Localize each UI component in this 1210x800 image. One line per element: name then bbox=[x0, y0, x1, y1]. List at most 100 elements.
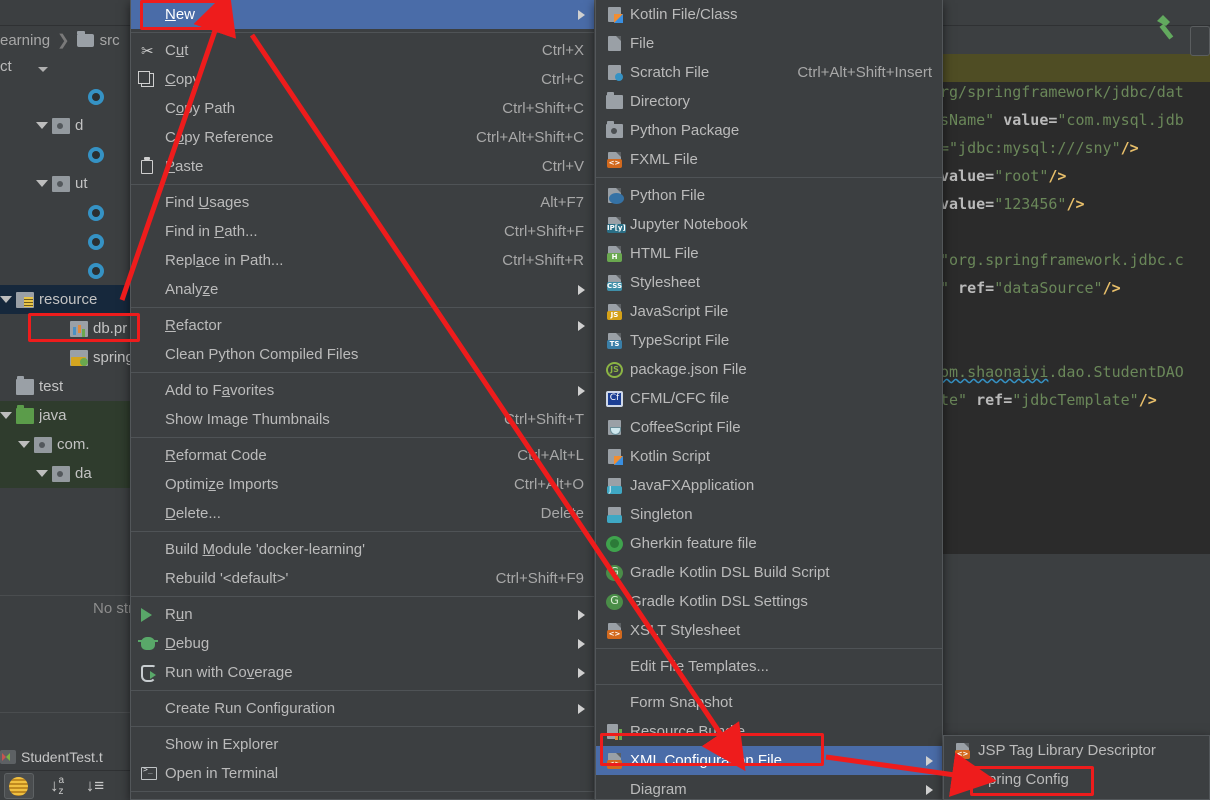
editor-side-button[interactable] bbox=[1190, 26, 1210, 56]
class-icon bbox=[88, 146, 104, 163]
new-submenu-item-directory[interactable]: Directory bbox=[596, 87, 942, 116]
menu-item-icon: <> bbox=[606, 622, 628, 639]
project-tree[interactable]: d ut resource db.pr spring test java com. da bbox=[0, 82, 135, 712]
new-submenu-item-javafxapplication[interactable]: J JavaFXApplication bbox=[596, 471, 942, 500]
context-menu-item-find-in-path[interactable]: Find in Path... Ctrl+Shift+F bbox=[131, 217, 594, 246]
new-submenu-item-kotlin-script[interactable]: Kotlin Script bbox=[596, 442, 942, 471]
context-menu-item-find-usages[interactable]: Find Usages Alt+F7 bbox=[131, 188, 594, 217]
new-submenu-item-edit-file-templates[interactable]: Edit File Templates... bbox=[596, 652, 942, 681]
directory-icon bbox=[606, 91, 623, 109]
tree-node-ut[interactable]: ut bbox=[0, 169, 135, 198]
context-menu-item-build-module-docker-learning[interactable]: Build Module 'docker-learning' bbox=[131, 535, 594, 564]
new-submenu-item-resource-bundle[interactable]: Resource Bundle bbox=[596, 717, 942, 746]
new-submenu-item-package-json-file[interactable]: package.json File bbox=[596, 355, 942, 384]
tree-node-item[interactable] bbox=[0, 227, 135, 256]
tree-node-item[interactable] bbox=[0, 82, 135, 111]
new-submenu-item-scratch-file[interactable]: Scratch File Ctrl+Alt+Shift+Insert bbox=[596, 58, 942, 87]
context-menu-item-replace-in-path[interactable]: Replace in Path... Ctrl+Shift+R bbox=[131, 246, 594, 275]
tree-node-db-pr[interactable]: db.pr bbox=[0, 314, 135, 343]
new-submenu-item-javascript-file[interactable]: JS JavaScript File bbox=[596, 297, 942, 326]
context-menu-item-copy-path[interactable]: Copy Path Ctrl+Shift+C bbox=[131, 94, 594, 123]
breadcrumb-project[interactable]: earning bbox=[0, 32, 50, 49]
tree-node-java[interactable]: java bbox=[0, 401, 135, 430]
new-submenu-item-gherkin-feature-file[interactable]: Gherkin feature file bbox=[596, 529, 942, 558]
folder-icon bbox=[16, 375, 34, 395]
new-submenu-item-form-snapshot[interactable]: Form Snapshot bbox=[596, 688, 942, 717]
tree-node-resource[interactable]: resource bbox=[0, 285, 135, 314]
new-submenu-item-file[interactable]: File bbox=[596, 29, 942, 58]
expand-arrow-icon[interactable] bbox=[0, 296, 12, 303]
new-submenu-item-jupyter-notebook[interactable]: IP[y] Jupyter Notebook bbox=[596, 210, 942, 239]
menu-item-icon: <> bbox=[606, 752, 628, 769]
context-menu-item-show-in-explorer[interactable]: Show in Explorer bbox=[131, 730, 594, 759]
tree-node-da[interactable]: da bbox=[0, 459, 135, 488]
context-menu-item-refactor[interactable]: Refactor bbox=[131, 311, 594, 340]
sort-alphabetically-icon[interactable]: ↓ a z bbox=[42, 773, 72, 799]
new-submenu-item-fxml-file[interactable]: <> FXML File bbox=[596, 145, 942, 174]
context-menu-item-open-in-terminal[interactable]: Open in Terminal bbox=[131, 759, 594, 788]
new-submenu-item-python-package[interactable]: Python Package bbox=[596, 116, 942, 145]
resource-bundle-icon bbox=[606, 723, 623, 740]
xml-configuration-submenu[interactable]: <> JSP Tag Library Descriptor Spring Confi… bbox=[943, 735, 1210, 800]
context-menu-item-optimize-imports[interactable]: Optimize Imports Ctrl+Alt+O bbox=[131, 470, 594, 499]
context-menu[interactable]: New ✂ Cut Ctrl+X Copy Ctrl+C Copy Path Ctrl+Shi… bbox=[130, 0, 595, 800]
sort-by-type-icon[interactable]: ↓≡ bbox=[80, 773, 110, 799]
tree-node-d[interactable]: d bbox=[0, 111, 135, 140]
new-submenu[interactable]: Kotlin File/Class File Scratch File Ctrl+Al… bbox=[595, 0, 943, 800]
new-submenu-item-kotlin-file-class[interactable]: Kotlin File/Class bbox=[596, 0, 942, 29]
tree-node-item[interactable] bbox=[0, 198, 135, 227]
new-submenu-item-diagram[interactable]: Diagram bbox=[596, 775, 942, 800]
context-menu-item-copy[interactable]: Copy Ctrl+C bbox=[131, 65, 594, 94]
tree-node-spring[interactable]: spring bbox=[0, 343, 135, 372]
expand-arrow-icon[interactable] bbox=[36, 470, 48, 477]
expand-arrow-icon[interactable] bbox=[36, 122, 48, 129]
new-submenu-item-coffeescript-file[interactable]: CoffeeScript File bbox=[596, 413, 942, 442]
tree-node-item[interactable] bbox=[0, 256, 135, 285]
context-menu-item-new[interactable]: New bbox=[131, 0, 594, 29]
new-submenu-item-gradle-kotlin-dsl-settings[interactable]: Gradle Kotlin DSL Settings bbox=[596, 587, 942, 616]
code-editor[interactable]: rg/springframework/jdbc/dat sName" value… bbox=[940, 54, 1210, 554]
context-menu-item-debug[interactable]: Debug bbox=[131, 629, 594, 658]
new-submenu-item-xslt-stylesheet[interactable]: <> XSLT Stylesheet bbox=[596, 616, 942, 645]
context-menu-item-run-with-coverage[interactable]: Run with Coverage bbox=[131, 658, 594, 687]
new-submenu-item-gradle-kotlin-dsl-build-script[interactable]: Gradle Kotlin DSL Build Script bbox=[596, 558, 942, 587]
context-menu-item-show-image-thumbnails[interactable]: Show Image Thumbnails Ctrl+Shift+T bbox=[131, 405, 594, 434]
context-menu-item-local-history[interactable]: Local History bbox=[131, 795, 594, 800]
context-menu-item-paste[interactable]: Paste Ctrl+V bbox=[131, 152, 594, 181]
context-menu-item-create-run-configuration[interactable]: Create Run Configuration bbox=[131, 694, 594, 723]
breadcrumb-folder[interactable]: src bbox=[100, 32, 120, 49]
context-menu-item-run[interactable]: Run bbox=[131, 600, 594, 629]
chevron-down-icon[interactable] bbox=[38, 67, 48, 72]
xml-config-submenu-item-spring-config[interactable]: Spring Config bbox=[944, 765, 1209, 794]
expand-arrow-icon[interactable] bbox=[36, 180, 48, 187]
context-menu-item-rebuild-default[interactable]: Rebuild '<default>' Ctrl+Shift+F9 bbox=[131, 564, 594, 593]
expand-arrow-icon[interactable] bbox=[18, 441, 30, 448]
context-menu-item-analyze[interactable]: Analyze bbox=[131, 275, 594, 304]
appearance-button[interactable] bbox=[4, 772, 34, 799]
menu-item-label: XML Configuration File bbox=[630, 752, 783, 769]
editor-tab-label: StudentTest.t bbox=[21, 749, 103, 765]
tree-node-com[interactable]: com. bbox=[0, 430, 135, 459]
build-hammer-icon[interactable] bbox=[1150, 12, 1184, 46]
xml-config-submenu-item-jsp-tag-library-descriptor[interactable]: <> JSP Tag Library Descriptor bbox=[944, 736, 1209, 765]
context-menu-item-clean-python-compiled-files[interactable]: Clean Python Compiled Files bbox=[131, 340, 594, 369]
new-submenu-item-xml-configuration-file[interactable]: <> XML Configuration File bbox=[596, 746, 942, 775]
gradle-icon bbox=[606, 564, 623, 581]
context-menu-item-reformat-code[interactable]: Reformat Code Ctrl+Alt+L bbox=[131, 441, 594, 470]
tree-node-item[interactable] bbox=[0, 140, 135, 169]
context-menu-item-add-to-favorites[interactable]: Add to Favorites bbox=[131, 376, 594, 405]
new-submenu-item-stylesheet[interactable]: CSS Stylesheet bbox=[596, 268, 942, 297]
expand-arrow-icon[interactable] bbox=[0, 412, 12, 419]
spring-icon bbox=[954, 771, 971, 788]
new-submenu-item-singleton[interactable]: Singleton bbox=[596, 500, 942, 529]
context-menu-item-cut[interactable]: ✂ Cut Ctrl+X bbox=[131, 36, 594, 65]
new-submenu-item-typescript-file[interactable]: TS TypeScript File bbox=[596, 326, 942, 355]
new-submenu-item-html-file[interactable]: H HTML File bbox=[596, 239, 942, 268]
context-menu-item-copy-reference[interactable]: Copy Reference Ctrl+Alt+Shift+C bbox=[131, 123, 594, 152]
menu-item-icon bbox=[606, 6, 628, 23]
tree-node-test[interactable]: test bbox=[0, 372, 135, 401]
new-submenu-item-cfml-cfc-file[interactable]: CFML/CFC file bbox=[596, 384, 942, 413]
menu-item-icon: H bbox=[606, 245, 628, 262]
context-menu-item-delete[interactable]: Delete... Delete bbox=[131, 499, 594, 528]
new-submenu-item-python-file[interactable]: Python File bbox=[596, 181, 942, 210]
